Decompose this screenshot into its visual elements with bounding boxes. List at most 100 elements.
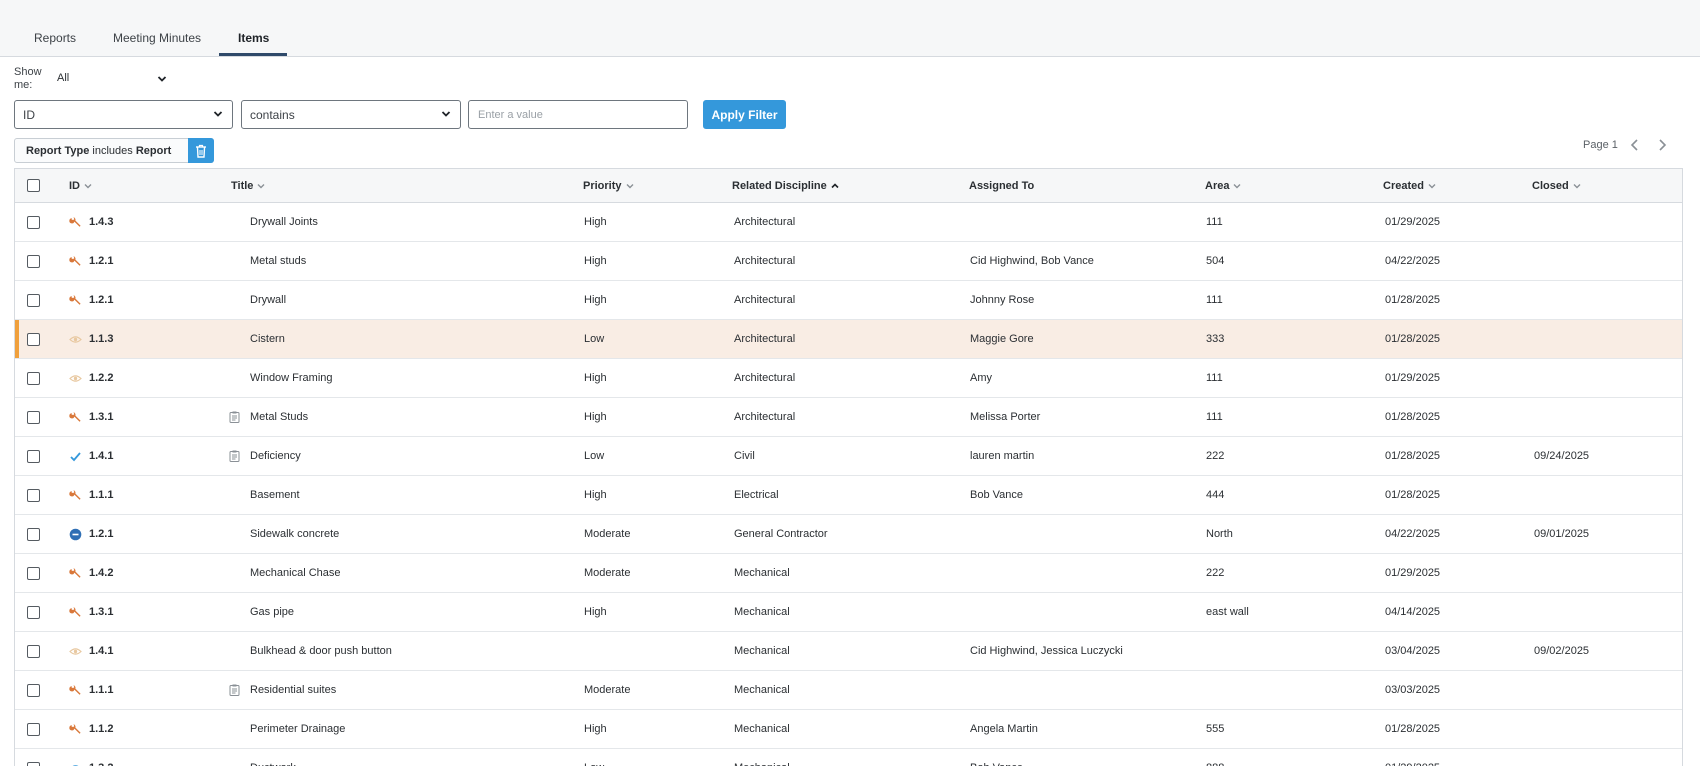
item-id[interactable]: 1.1.1 (89, 684, 113, 696)
item-title[interactable]: Window Framing (250, 372, 333, 384)
item-title[interactable]: Basement (250, 489, 300, 501)
row-checkbox[interactable] (27, 411, 40, 424)
row-checkbox[interactable] (27, 606, 40, 619)
eye-icon (69, 333, 82, 346)
row-checkbox[interactable] (27, 567, 40, 580)
chevron-down-icon (257, 184, 265, 189)
apply-filter-button[interactable]: Apply Filter (703, 100, 786, 129)
row-checkbox[interactable] (27, 723, 40, 736)
item-created: 04/14/2025 (1385, 606, 1441, 618)
item-id[interactable]: 1.2.2 (89, 372, 113, 384)
show-me-value: All (57, 72, 70, 84)
row-checkbox[interactable] (27, 372, 40, 385)
table-row[interactable]: 1.3.1 Gas pipe High Mechanical east wall 04/1… (15, 593, 1682, 632)
table-row[interactable]: 1.2.1 Sidewalk concrete Moderate General Co… (15, 515, 1682, 554)
row-checkbox[interactable] (27, 684, 40, 697)
table-header: ID Title Priority Related Discipline Ass… (15, 169, 1682, 203)
column-header-closed[interactable]: Closed (1532, 180, 1582, 192)
table-row[interactable]: 1.1.1 Residential suites Moderate Mechanica… (15, 671, 1682, 710)
row-checkbox[interactable] (27, 333, 40, 346)
item-id[interactable]: 1.2.1 (89, 294, 113, 306)
item-title[interactable]: Gas pipe (250, 606, 294, 618)
item-id[interactable]: 1.1.2 (89, 723, 113, 735)
filter-operator-select[interactable]: contains (241, 100, 461, 129)
wrench-icon (69, 216, 82, 229)
row-checkbox[interactable] (27, 489, 40, 502)
table-row[interactable]: 1.1.2 Perimeter Drainage High Mechanical Ang… (15, 710, 1682, 749)
table-row[interactable]: 1.4.1 Bulkhead & door push button Mechanic… (15, 632, 1682, 671)
wrench-icon (69, 411, 82, 424)
column-header-title[interactable]: Title (231, 180, 266, 192)
item-id[interactable]: 1.4.1 (89, 450, 113, 462)
show-me-select[interactable]: All (57, 72, 172, 88)
item-title[interactable]: Residential suites (250, 684, 336, 696)
table-row[interactable]: 1.1.3 Cistern Low Architectural Maggie Gore 3… (15, 320, 1682, 359)
select-all-checkbox[interactable] (27, 179, 40, 192)
row-checkbox[interactable] (27, 450, 40, 463)
filter-value-input[interactable] (468, 100, 688, 129)
table-row[interactable]: 1.3.1 Metal Studs High Architectural Melissa… (15, 398, 1682, 437)
item-id[interactable]: 1.3.1 (89, 606, 113, 618)
row-checkbox[interactable] (27, 645, 40, 658)
item-id[interactable]: 1.1.3 (89, 333, 113, 345)
row-checkbox[interactable] (27, 255, 40, 268)
item-discipline: Mechanical (734, 762, 790, 766)
check-icon (69, 450, 82, 463)
item-discipline: Architectural (734, 333, 796, 345)
item-title[interactable]: Mechanical Chase (250, 567, 341, 579)
item-id[interactable]: 1.4.3 (89, 216, 113, 228)
tab-meeting-minutes[interactable]: Meeting Minutes (113, 31, 201, 45)
table-row[interactable]: 1.3.2 Ductwork Low Mechanical Bob Vance 888 01… (15, 749, 1682, 766)
item-title[interactable]: Drywall (250, 294, 286, 306)
next-page-button[interactable] (1652, 135, 1672, 155)
item-discipline: Mechanical (734, 684, 790, 696)
row-checkbox[interactable] (27, 528, 40, 541)
filter-field-select[interactable]: ID (14, 100, 233, 129)
table-row[interactable]: 1.2.1 Metal studs High Architectural Cid Hig… (15, 242, 1682, 281)
item-id[interactable]: 1.2.1 (89, 528, 113, 540)
column-header-priority[interactable]: Priority (583, 180, 635, 192)
item-title[interactable]: Sidewalk concrete (250, 528, 339, 540)
item-title[interactable]: Perimeter Drainage (250, 723, 345, 735)
item-created: 01/29/2025 (1385, 567, 1441, 579)
row-checkbox[interactable] (27, 294, 40, 307)
column-header-area[interactable]: Area (1205, 180, 1242, 192)
item-title[interactable]: Bulkhead & door push button (250, 645, 392, 657)
column-header-related-discipline[interactable]: Related Discipline (732, 180, 840, 192)
chevron-down-icon (157, 76, 167, 82)
item-area: North (1206, 528, 1233, 540)
table-row[interactable]: 1.2.1 Drywall High Architectural Johnny Rose… (15, 281, 1682, 320)
item-priority: High (584, 255, 607, 267)
column-header-created[interactable]: Created (1383, 180, 1437, 192)
item-title[interactable]: Metal Studs (250, 411, 308, 423)
chevron-down-icon (1573, 184, 1581, 189)
remove-filter-button[interactable] (188, 138, 214, 163)
item-title[interactable]: Ductwork (250, 762, 296, 766)
item-created: 01/28/2025 (1385, 489, 1441, 501)
tab-items[interactable]: Items (238, 31, 269, 45)
column-header-id[interactable]: ID (69, 180, 93, 192)
table-row[interactable]: 1.4.3 Drywall Joints High Architectural 111 0… (15, 203, 1682, 242)
eye-blue-icon (69, 762, 82, 766)
item-id[interactable]: 1.3.2 (89, 762, 113, 766)
item-created: 03/04/2025 (1385, 645, 1441, 657)
table-row[interactable]: 1.1.1 Basement High Electrical Bob Vance 444 0… (15, 476, 1682, 515)
previous-page-button[interactable] (1625, 135, 1645, 155)
item-id[interactable]: 1.4.2 (89, 567, 113, 579)
item-title[interactable]: Drywall Joints (250, 216, 318, 228)
item-created: 03/03/2025 (1385, 684, 1441, 696)
row-checkbox[interactable] (27, 762, 40, 766)
item-title[interactable]: Cistern (250, 333, 285, 345)
column-header-assigned-to[interactable]: Assigned To (969, 180, 1034, 192)
item-id[interactable]: 1.4.1 (89, 645, 113, 657)
item-id[interactable]: 1.1.1 (89, 489, 113, 501)
item-title[interactable]: Deficiency (250, 450, 301, 462)
table-row[interactable]: 1.4.1 Deficiency Low Civil lauren martin 222 0… (15, 437, 1682, 476)
item-id[interactable]: 1.2.1 (89, 255, 113, 267)
row-checkbox[interactable] (27, 216, 40, 229)
table-row[interactable]: 1.2.2 Window Framing High Architectural Amy 1… (15, 359, 1682, 398)
item-id[interactable]: 1.3.1 (89, 411, 113, 423)
tab-reports[interactable]: Reports (34, 31, 76, 45)
table-row[interactable]: 1.4.2 Mechanical Chase Moderate Mechanical 2… (15, 554, 1682, 593)
item-title[interactable]: Metal studs (250, 255, 306, 267)
